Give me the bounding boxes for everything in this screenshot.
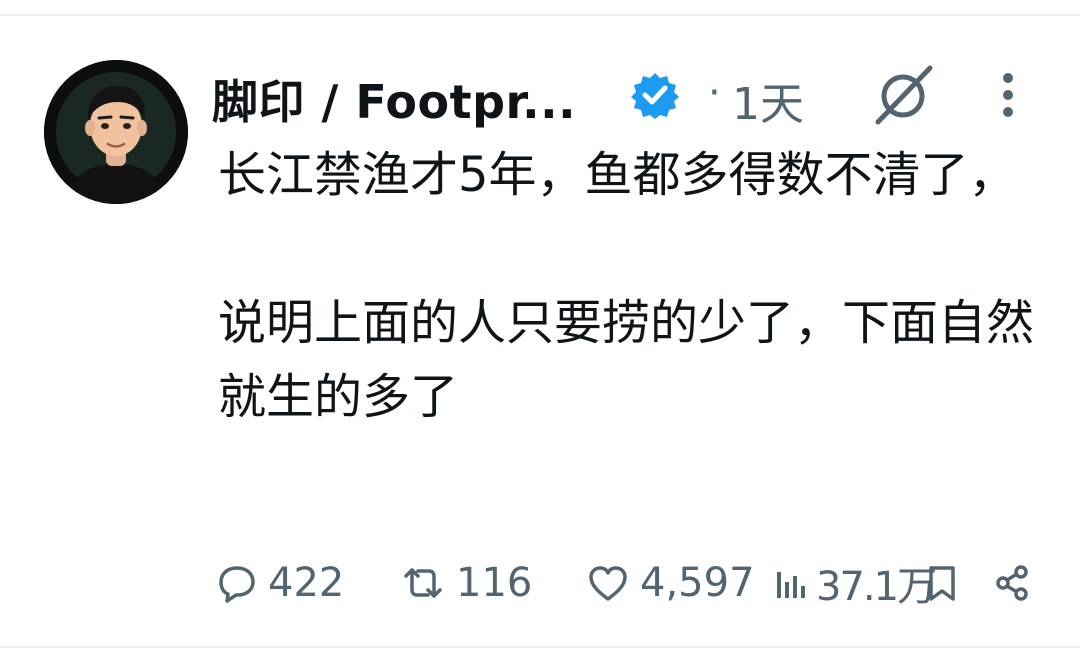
views-count: 37.1万 [816, 564, 937, 610]
avatar[interactable] [44, 60, 188, 204]
bookmark-icon [929, 566, 955, 601]
share-icon [996, 565, 1028, 601]
retweet-button[interactable]: 116 [400, 556, 532, 610]
verified-badge-icon [631, 73, 679, 119]
like-count: 4,597 [640, 560, 755, 606]
reply-count: 422 [268, 560, 345, 606]
post-time[interactable]: 1天 [732, 68, 804, 132]
views-icon [777, 572, 805, 598]
share-button[interactable] [992, 556, 1032, 610]
top-divider [0, 14, 1080, 16]
more-icon[interactable] [998, 70, 1018, 120]
bottom-divider [0, 646, 1080, 648]
like-icon [589, 566, 627, 601]
tweet-header: 脚印 / Footpr... · 1天 [212, 62, 1072, 132]
tweet-paragraph: 长江禁渔才5年，鱼都多得数不清了， [218, 147, 1017, 203]
action-bar: 422 116 4,597 37.1万 [216, 556, 1056, 610]
reply-icon [219, 566, 255, 603]
avatar-illustration [44, 60, 188, 204]
tweet-text: 长江禁渔才5年，鱼都多得数不清了， 说明上面的人只要捞的少了，下面自然就生的多了 [218, 138, 1038, 434]
reply-button[interactable]: 422 [216, 556, 344, 610]
tweet-paragraph: 说明上面的人只要捞的少了，下面自然就生的多了 [218, 295, 1035, 425]
bookmark-button[interactable] [922, 556, 962, 610]
grok-icon[interactable] [870, 62, 936, 128]
views-button[interactable]: 37.1万 [774, 556, 937, 610]
author-name[interactable]: 脚印 / Footpr... [212, 66, 576, 132]
time-separator: · [708, 70, 721, 116]
retweet-icon [404, 568, 442, 598]
like-button[interactable]: 4,597 [586, 556, 755, 610]
retweet-count: 116 [456, 560, 533, 606]
